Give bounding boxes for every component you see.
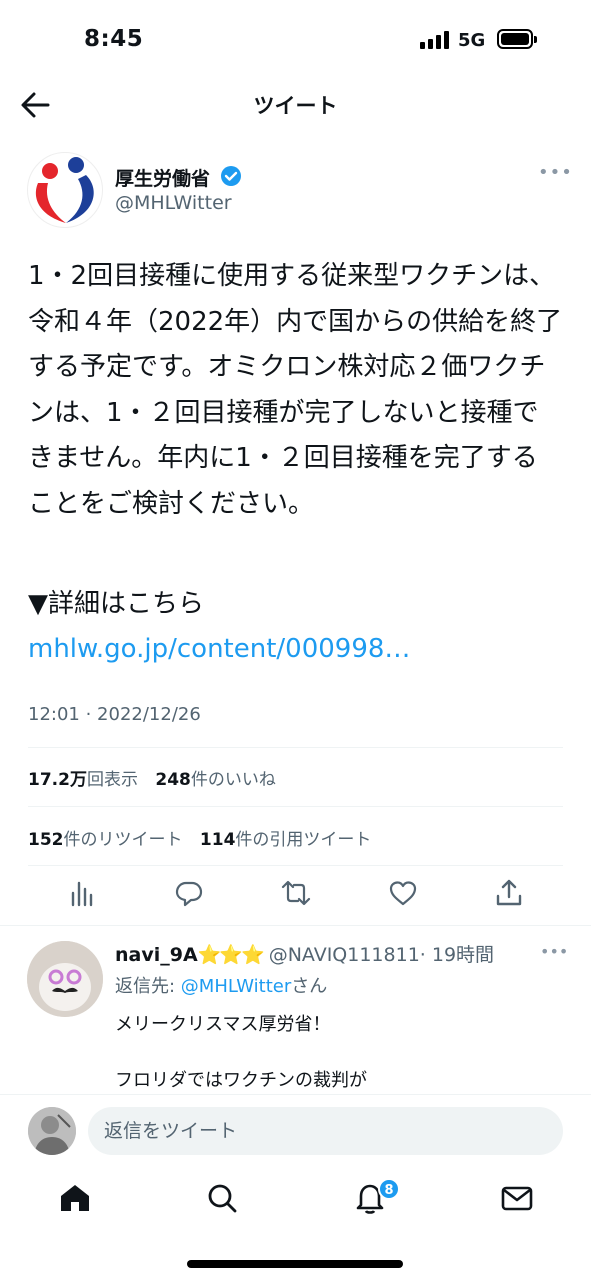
author-avatar[interactable] [27,152,103,228]
reply-to-suffix: さん [291,976,328,997]
quotes-count: 114 [199,830,236,850]
reply-stars: ⭐⭐⭐ [197,944,265,966]
likes-label: 件のいいね [190,770,276,790]
share-icon[interactable] [494,878,524,908]
my-avatar[interactable] [28,1107,76,1155]
reply-icon[interactable] [174,878,204,908]
reply-to-handle[interactable]: @MHLWitter [181,976,291,997]
retweets-count: 152 [28,830,64,850]
views-label: 回表示 [86,770,138,790]
tweet-link[interactable]: mhlw.go.jp/content/000998… [28,627,563,672]
divider [28,806,563,807]
reply-avatar[interactable] [27,941,103,1017]
reply-to-label: 返信先: [115,976,181,997]
verified-badge-icon [220,165,242,187]
author-handle[interactable]: @MHLWitter [115,192,232,214]
signal-icon [420,31,450,49]
views-icon[interactable] [68,878,98,908]
network-type: 5G [458,30,486,51]
notifications-badge: 8 [378,1178,400,1200]
stats-row-1: 17.2万回表示 248件のいいね [28,765,288,790]
reply-input[interactable]: 返信をツイート [88,1107,563,1155]
search-icon[interactable] [204,1180,240,1216]
reply-to: 返信先: @MHLWitterさん [115,972,327,998]
detail-label: ▼詳細はこちら [28,589,204,619]
tweet-timestamp: 12:01 · 2022/12/26 [28,704,201,725]
quotes-stat[interactable]: 114件の引用ツイート [200,830,372,850]
reply-name[interactable]: navi_9A [115,944,198,966]
reply-time: · 19時間 [419,944,495,966]
retweets-stat[interactable]: 152件のリツイート [28,830,183,850]
tab-bar: 8 [0,1166,591,1236]
home-indicator[interactable] [187,1260,403,1268]
reply-composer: 返信をツイート [0,1094,591,1166]
divider [28,865,563,866]
more-icon[interactable]: ••• [538,162,573,183]
tweet-text: 1・2回目接種に使用する従来型ワクチンは、令和４年（2022年）内で国からの供給… [28,261,563,519]
likes-stat[interactable]: 248件のいいね [155,770,276,790]
home-icon[interactable] [57,1180,93,1216]
messages-icon[interactable] [499,1180,535,1216]
reply-handle[interactable]: @NAVIQ111811 [269,944,420,966]
quotes-label: 件の引用ツイート [235,830,372,850]
tweet-author: 厚生労働省 @MHLWitter ••• [0,148,591,228]
reply-text-line: メリークリスマス厚労省！ [115,1014,331,1035]
tweet-detail: ▼詳細はこちら mhlw.go.jp/content/000998… [28,582,563,672]
author-name[interactable]: 厚生労働省 [115,164,210,191]
reply-header: navi_9A⭐⭐⭐ @NAVIQ111811· 19時間 [115,940,494,967]
status-bar: 8:45 5G [0,0,591,80]
nav-header: ツイート [0,80,591,130]
views-count: 17.2万 [28,770,87,790]
tweet-actions [0,878,591,918]
status-time: 8:45 [84,26,144,52]
page-title: ツイート [253,94,338,118]
views-stat: 17.2万回表示 [28,770,138,790]
likes-count: 248 [155,770,191,790]
retweet-icon[interactable] [281,878,311,908]
divider [28,747,563,748]
stats-row-2: 152件のリツイート 114件の引用ツイート [28,825,383,850]
retweets-label: 件のリツイート [63,830,183,850]
reply-text-line: フロリダではワクチンの裁判が [115,1070,367,1091]
like-icon[interactable] [388,878,418,908]
battery-icon [497,29,537,49]
reply-more-icon[interactable]: ••• [540,942,568,961]
reply-tweet[interactable]: navi_9A⭐⭐⭐ @NAVIQ111811· 19時間 ••• 返信先: @… [0,925,591,1095]
